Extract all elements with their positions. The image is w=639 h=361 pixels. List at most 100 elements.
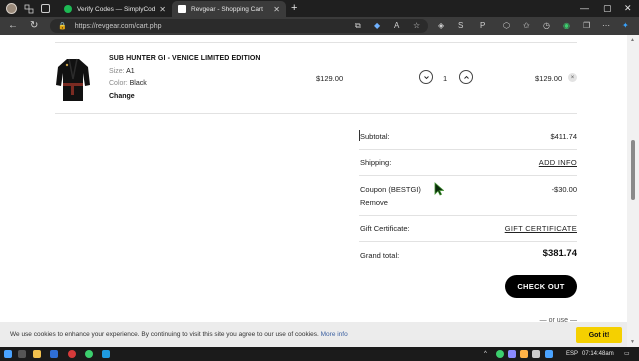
- tab-revgear-cart[interactable]: Revgear - Shopping Cart ✕: [172, 1, 286, 17]
- extensions-icon[interactable]: ⬡: [503, 21, 510, 31]
- totals-divider: [359, 215, 577, 216]
- close-tab-icon[interactable]: ✕: [273, 5, 280, 14]
- coupon-value: -$30.00: [551, 185, 577, 194]
- tab-title: Verify Codes — SimplyCodes: [77, 5, 156, 13]
- tray-app-icon[interactable]: [532, 350, 540, 358]
- read-aloud-icon[interactable]: A: [394, 21, 399, 31]
- size-label: Size:: [109, 68, 125, 75]
- size-value: A1: [126, 68, 135, 75]
- favorites-icon[interactable]: ✩: [523, 21, 530, 31]
- tab-simplycodes[interactable]: Verify Codes — SimplyCodes ✕: [58, 1, 172, 17]
- favorite-star-icon[interactable]: ☆: [413, 21, 420, 31]
- clock[interactable]: 07:14:48am: [582, 350, 614, 358]
- chrome-icon[interactable]: [85, 350, 93, 358]
- language-indicator[interactable]: ESP: [566, 350, 578, 358]
- cart-page: SUB HUNTER GI - VENICE LIMITED EDITION S…: [0, 35, 627, 347]
- more-info-link[interactable]: More info: [321, 331, 348, 338]
- totals-divider: [359, 241, 577, 242]
- product-size: Size: A1: [109, 68, 135, 75]
- edge-icon[interactable]: [102, 350, 110, 358]
- product-image[interactable]: [55, 57, 91, 103]
- profile-avatar[interactable]: [6, 3, 17, 14]
- tray-app-icon[interactable]: [520, 350, 528, 358]
- close-window-icon[interactable]: ✕: [624, 2, 632, 14]
- color-value: Black: [129, 80, 147, 87]
- reader-icon[interactable]: ⧉: [355, 21, 361, 31]
- checkout-button[interactable]: CHECK OUT: [505, 275, 577, 298]
- maximize-icon[interactable]: ▢: [603, 2, 612, 14]
- subtotal-label: Subtotal:: [360, 132, 390, 141]
- refresh-icon[interactable]: ↻: [30, 20, 38, 32]
- remove-item-button[interactable]: ×: [568, 73, 577, 82]
- cookie-text: We use cookies to enhance your experienc…: [10, 331, 319, 338]
- product-name[interactable]: SUB HUNTER GI - VENICE LIMITED EDITION: [109, 55, 261, 62]
- taskbar-app-icon[interactable]: [68, 350, 76, 358]
- close-icon: ×: [570, 74, 575, 81]
- line-total: $129.00: [535, 74, 563, 83]
- chevron-up-icon: [463, 75, 469, 79]
- lock-icon[interactable]: 🔒: [58, 22, 67, 30]
- revgear-favicon-icon: [178, 5, 186, 13]
- scroll-down-icon[interactable]: ▼: [630, 339, 635, 345]
- row-divider: [55, 113, 577, 114]
- workspaces-icon[interactable]: [23, 3, 34, 14]
- scrollbar-thumb[interactable]: [631, 140, 635, 200]
- tray-app-icon[interactable]: [508, 350, 516, 358]
- windows-start-icon[interactable]: [4, 350, 12, 358]
- product-color: Color: Black: [109, 80, 147, 87]
- mouse-pointer-icon: [434, 182, 444, 196]
- cookie-banner: We use cookies to enhance your experienc…: [0, 322, 627, 347]
- add-shipping-info-link[interactable]: ADD INFO: [539, 158, 577, 167]
- gift-certificate-label: Gift Certificate:: [360, 224, 410, 233]
- tray-app-icon[interactable]: [496, 350, 504, 358]
- quantity-increase-button[interactable]: [459, 70, 473, 84]
- more-menu-icon[interactable]: ⋯: [602, 21, 610, 31]
- back-icon[interactable]: ←: [8, 20, 18, 32]
- cookie-message: We use cookies to enhance your experienc…: [10, 331, 348, 338]
- row-divider: [55, 42, 577, 43]
- tracking-icon[interactable]: ◉: [563, 21, 570, 31]
- url-field[interactable]: 🔒 https://revgear.com/cart.php: [50, 19, 428, 33]
- taskbar-app-icon[interactable]: [50, 350, 58, 358]
- file-explorer-icon[interactable]: [33, 350, 41, 358]
- grand-total-value: $381.74: [542, 248, 577, 259]
- copilot-icon[interactable]: ✦: [622, 21, 629, 31]
- subtotal-value: $411.74: [550, 132, 577, 141]
- collections-icon[interactable]: ❐: [583, 21, 590, 31]
- totals-divider: [359, 175, 577, 176]
- address-bar-row: ← ↻ 🔒 https://revgear.com/cart.php ⧉ ◆ A…: [0, 17, 639, 35]
- gift-certificate-link[interactable]: GIFT CERTIFICATE: [505, 224, 577, 233]
- unit-price: $129.00: [316, 74, 344, 83]
- coupon-label: Coupon (BESTGI): [360, 185, 421, 194]
- remove-coupon-link[interactable]: Remove: [360, 198, 388, 207]
- grand-total-label: Grand total:: [360, 251, 400, 260]
- simplycodes-favicon-icon: [64, 5, 72, 13]
- extension-p-icon[interactable]: P: [480, 21, 485, 31]
- tag-icon[interactable]: ◆: [374, 21, 380, 31]
- tray-app-icon[interactable]: [545, 350, 553, 358]
- scroll-up-icon[interactable]: ▲: [630, 37, 635, 43]
- url-text: https://revgear.com/cart.php: [74, 22, 162, 30]
- chevron-down-icon: [423, 75, 429, 79]
- change-options-link[interactable]: Change: [109, 93, 135, 100]
- history-icon[interactable]: ◷: [543, 21, 550, 31]
- totals-divider: [359, 149, 577, 150]
- shipping-label: Shipping:: [360, 158, 392, 167]
- page-scrollbar[interactable]: ▲ ▼: [627, 35, 639, 347]
- quantity-value: 1: [443, 74, 448, 83]
- close-tab-icon[interactable]: ✕: [159, 5, 166, 14]
- quantity-decrease-button[interactable]: [419, 70, 433, 84]
- browser-tab-strip: Verify Codes — SimplyCodes ✕ Revgear - S…: [0, 0, 639, 17]
- tab-actions-icon[interactable]: [40, 3, 51, 14]
- new-tab-icon[interactable]: +: [291, 2, 297, 14]
- color-label: Color:: [109, 80, 128, 87]
- tab-title: Revgear - Shopping Cart: [191, 5, 263, 13]
- tray-chevron-icon[interactable]: ^: [484, 350, 487, 358]
- windows-taskbar: ^ ESP 07:14:48am ▭: [0, 347, 639, 361]
- cookie-accept-button[interactable]: Got it!: [576, 327, 622, 343]
- extension-s-icon[interactable]: S: [458, 21, 463, 31]
- notifications-icon[interactable]: ▭: [624, 350, 630, 358]
- task-view-icon[interactable]: [18, 350, 26, 358]
- minimize-icon[interactable]: —: [580, 2, 589, 14]
- shield-icon[interactable]: ◈: [438, 21, 444, 31]
